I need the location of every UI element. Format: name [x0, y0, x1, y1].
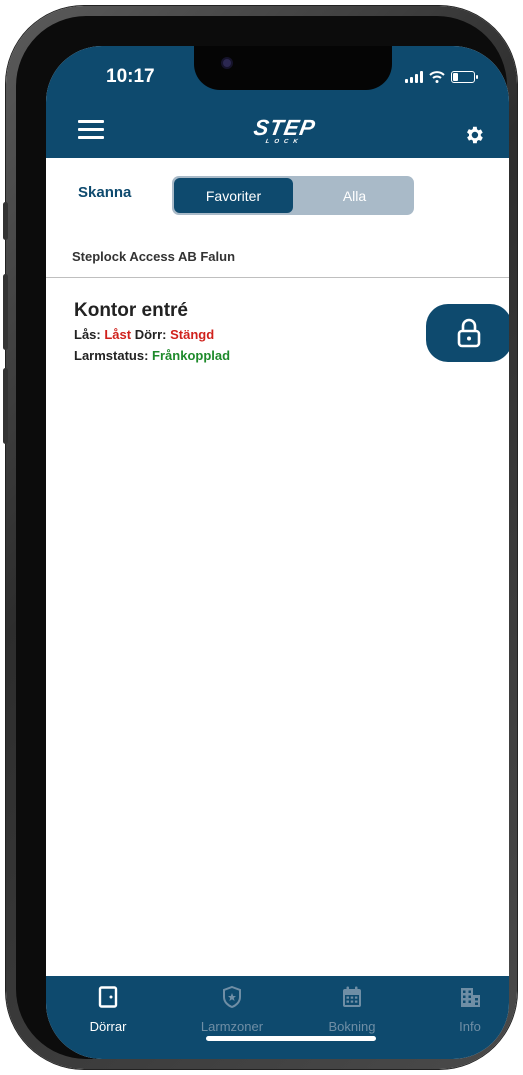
- site-name: Steplock Access AB Falun: [72, 249, 236, 264]
- building-icon: [461, 988, 480, 1007]
- lock-label: Lås:: [74, 327, 101, 342]
- hamburger-icon[interactable]: [78, 120, 104, 144]
- tab-dorrar[interactable]: Dörrar: [58, 986, 158, 1034]
- lock-status-value: Låst: [104, 327, 132, 342]
- divider: [46, 277, 509, 278]
- alarm-label: Larmstatus:: [74, 348, 149, 363]
- door-icon: [98, 986, 118, 1008]
- unlock-button[interactable]: [426, 304, 509, 362]
- logo-main-text: STEP: [251, 115, 318, 140]
- door-label: Dörr:: [134, 327, 167, 342]
- phone-frame: 10:17 STEP LOCK Skanna Favoriter Alla St…: [3, 6, 517, 1069]
- tab-label: Dörrar: [89, 1019, 127, 1034]
- status-time: 10:17: [106, 66, 155, 87]
- tab-label: Bokning: [328, 1019, 376, 1034]
- scan-link[interactable]: Skanna: [78, 184, 131, 201]
- tab-label: Info: [459, 1019, 481, 1034]
- steplock-logo: STEP LOCK: [251, 115, 318, 145]
- door-status-line: Lås: Låst Dörr: Stängd: [74, 327, 214, 342]
- phone-volume-up-button: [3, 274, 8, 350]
- shield-icon: [223, 985, 241, 1009]
- alarm-status-value: Frånkopplad: [152, 348, 231, 363]
- camera-icon: [221, 57, 233, 69]
- tab-bokning[interactable]: Bokning: [302, 986, 402, 1034]
- app-header: 10:17 STEP LOCK: [46, 46, 509, 158]
- tab-larmzoner[interactable]: Larmzoner: [182, 985, 282, 1034]
- bottom-tab-bar: Dörrar Larmzoner Bokning Info: [46, 976, 509, 1059]
- door-status-value: Stängd: [170, 327, 215, 342]
- gear-icon[interactable]: [463, 124, 485, 146]
- segment-favorites[interactable]: Favoriter: [174, 178, 293, 213]
- alarm-status-line: Larmstatus: Frånkopplad: [74, 348, 230, 363]
- wifi-icon: [429, 71, 445, 83]
- phone-volume-down-button: [3, 368, 8, 444]
- app-screen: 10:17 STEP LOCK Skanna Favoriter Alla St…: [46, 46, 509, 1059]
- battery-icon: [451, 71, 478, 83]
- phone-side-button: [3, 202, 8, 240]
- favorites-all-toggle: Favoriter Alla: [172, 176, 414, 215]
- door-name: Kontor entré: [74, 300, 188, 321]
- logo-sub-text: LOCK: [265, 139, 304, 145]
- padlock-icon: [457, 318, 481, 348]
- notch: [194, 46, 392, 90]
- tab-label: Larmzoner: [200, 1019, 264, 1034]
- status-icons: [405, 71, 478, 83]
- phone-bezel: 10:17 STEP LOCK Skanna Favoriter Alla St…: [16, 16, 509, 1059]
- calendar-icon: [343, 986, 361, 1007]
- cellular-signal-icon: [405, 71, 423, 83]
- tab-info[interactable]: Info: [420, 986, 509, 1034]
- home-indicator[interactable]: [206, 1036, 376, 1041]
- segment-all[interactable]: Alla: [295, 176, 414, 215]
